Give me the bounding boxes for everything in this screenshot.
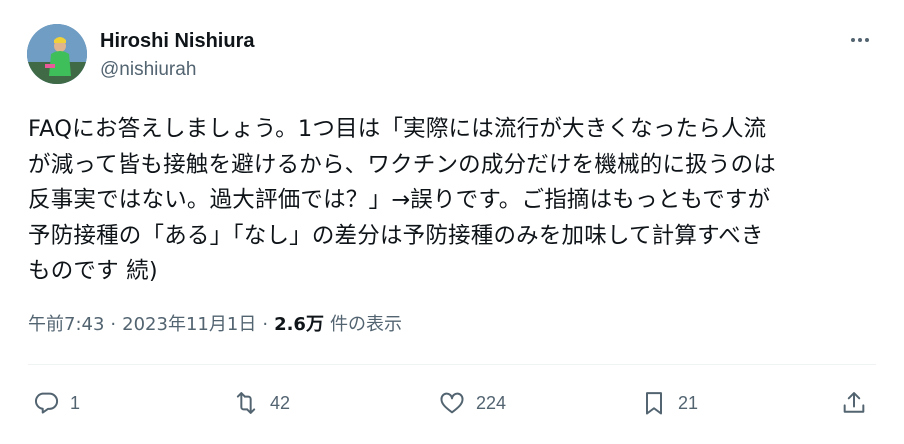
tweet-card: Hiroshi Nishiura @nishiurah FAQにお答えしましょう… (0, 0, 904, 444)
avatar[interactable] (27, 24, 87, 84)
tweet-date[interactable]: 2023年11月1日 (122, 310, 256, 336)
author-handle[interactable]: @nishiurah (100, 59, 196, 81)
retweet-button[interactable]: 42 (232, 378, 290, 428)
reply-icon (34, 392, 58, 414)
author-name[interactable]: Hiroshi Nishiura (100, 30, 254, 53)
reply-button[interactable]: 1 (32, 378, 80, 428)
bookmark-icon (646, 392, 662, 415)
tweet-time[interactable]: 午前7:43 (28, 310, 104, 336)
bookmark-button[interactable]: 21 (640, 378, 698, 428)
meta-separator: · (262, 314, 269, 335)
avatar-image (27, 24, 87, 84)
action-bar: 1 42 224 21 (28, 378, 876, 428)
bookmark-count: 21 (678, 392, 699, 413)
more-options-button[interactable] (846, 28, 874, 52)
heart-icon (440, 392, 464, 414)
meta-separator: · (110, 314, 117, 335)
retweet-count: 42 (270, 392, 291, 413)
tweet-text: FAQにお答えしましょう。1つ目は「実際には流行が大きくなったら人流 が減って皆… (28, 116, 776, 284)
like-button[interactable]: 224 (438, 378, 506, 428)
share-button[interactable] (840, 378, 868, 428)
divider (28, 364, 876, 365)
more-dots-icon (851, 38, 869, 42)
retweet-icon (236, 392, 256, 414)
reply-count: 1 (70, 392, 81, 413)
views-label: 件の表示 (329, 314, 402, 335)
tweet-meta: 午前7:43 · 2023年11月1日 · 2.6万 件の表示 (28, 310, 402, 336)
views-count[interactable]: 2.6万 (274, 310, 324, 336)
share-icon (843, 392, 865, 413)
like-count: 224 (476, 392, 507, 413)
